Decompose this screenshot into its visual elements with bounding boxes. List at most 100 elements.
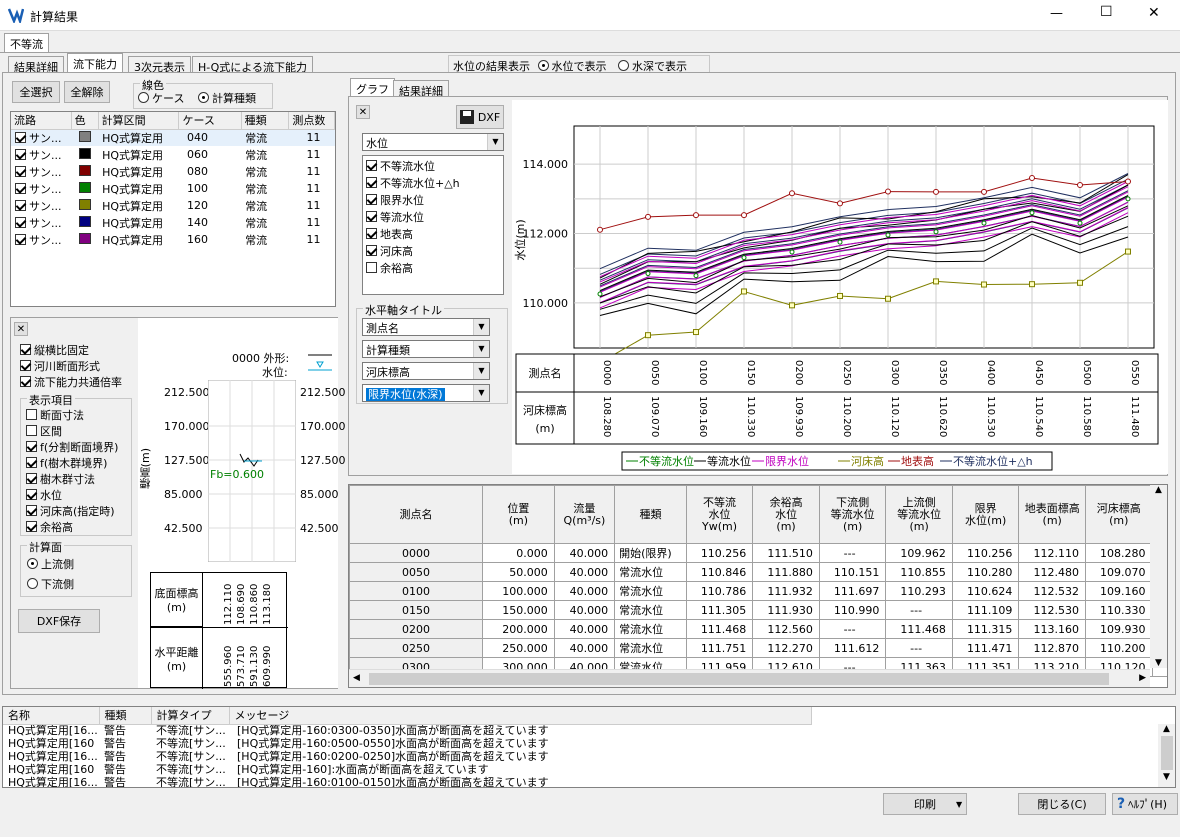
print-dropdown-icon[interactable]: ▼ [956, 800, 962, 809]
case-check[interactable] [15, 233, 26, 245]
close-dialog-button[interactable]: 閉じる(C) [1018, 793, 1106, 815]
table-col-header[interactable]: 余裕高 水位 (m) [752, 485, 820, 544]
display-item-check[interactable]: f(分割断面境界) [26, 439, 118, 455]
axis-title-select[interactable]: 限界水位(水深) ▼ [362, 384, 490, 402]
msg-col-header[interactable]: 計算タイプ [151, 707, 230, 725]
tab-non-uniform[interactable]: 不等流 [4, 33, 49, 53]
table-col-header[interactable]: 測点名 [349, 485, 484, 544]
river-shape-check[interactable]: 河川断面形式 [20, 358, 100, 374]
scroll-left-icon[interactable]: ◀ [353, 673, 360, 683]
case-route[interactable]: サン... [11, 146, 71, 163]
table-row[interactable]: 0050 50.000 40.000 常流水位 110.846 111.880 110.15… [349, 562, 1167, 582]
case-row[interactable]: サン... HQ式算定用 040 常流 11 [11, 129, 335, 146]
case-check[interactable] [15, 216, 26, 228]
series-check[interactable]: 等流水位 [366, 209, 500, 226]
dxf-button[interactable]: DXF [456, 105, 504, 129]
radio-downstream[interactable]: 下流側 [27, 576, 74, 592]
table-col-header[interactable]: 地表面標高 (m) [1018, 485, 1086, 544]
case-col-header[interactable]: 種類 [241, 112, 290, 130]
series-check[interactable]: 不等流水位+△h [366, 175, 500, 192]
case-row[interactable]: サン... HQ式算定用 120 常流 11 [11, 197, 335, 214]
tab-graph-detail[interactable]: 結果詳細 [393, 80, 449, 98]
case-check[interactable] [15, 182, 26, 194]
table-col-header[interactable]: 下流側 等流水位 (m) [818, 485, 887, 544]
tab-flow-capacity[interactable]: 流下能力 [67, 53, 123, 73]
case-check[interactable] [15, 131, 26, 143]
display-item-check[interactable]: f(樹木群境界) [26, 455, 118, 471]
table-row[interactable]: 0000 0.000 40.000 開始(限界) 110.256 111.510 --- 10… [349, 543, 1167, 563]
case-col-header[interactable]: 色 [71, 112, 99, 130]
table-col-header[interactable]: 河床標高 (m) [1084, 485, 1153, 544]
series-check[interactable]: 不等流水位 [366, 158, 500, 175]
clear-all-button[interactable]: 全解除 [64, 81, 110, 103]
message-row[interactable]: HQ式算定用[160 警告 不等流[サン... [HQ式算定用-160:0500-05… [3, 737, 811, 750]
case-col-header[interactable]: ケース [178, 112, 242, 130]
table-col-header[interactable]: 位置 (m) [482, 485, 555, 544]
axis-title-select[interactable]: 測点名 ▼ [362, 318, 490, 336]
display-item-check[interactable]: 水位 [26, 487, 118, 503]
dxf-save-button[interactable]: DXF保存 [18, 609, 100, 633]
table-col-header[interactable]: 限界 水位(m) [951, 485, 1020, 544]
msg-vscroll[interactable]: ▲ ▼ [1158, 724, 1175, 787]
msg-col-header[interactable]: メッセージ [229, 707, 812, 725]
tab-graph[interactable]: グラフ [350, 78, 395, 97]
case-col-header[interactable]: 測点数 [288, 112, 335, 130]
table-hscroll[interactable]: ◀ ▶ [349, 669, 1150, 687]
case-route[interactable]: サン... [11, 163, 71, 180]
print-button[interactable]: 印刷 [883, 793, 967, 815]
select-all-button[interactable]: 全選択 [12, 81, 60, 103]
case-col-header[interactable]: 流路 [11, 112, 72, 130]
scroll-right-icon[interactable]: ▶ [1139, 673, 1146, 683]
case-row[interactable]: サン... HQ式算定用 100 常流 11 [11, 180, 335, 197]
radio-upstream[interactable]: 上流側 [27, 556, 74, 572]
case-col-header[interactable]: 計算区間 [98, 112, 180, 130]
table-col-header[interactable]: 上流側 等流水位 (m) [885, 485, 953, 544]
message-row[interactable]: HQ式算定用[160 警告 不等流[サン... [HQ式算定用-160]:水面高が断面… [3, 763, 811, 776]
scroll-up-icon[interactable]: ▲ [1150, 485, 1167, 495]
section-close-button[interactable]: ✕ [14, 322, 28, 336]
radio-case[interactable]: ケース [138, 92, 184, 105]
series-check[interactable]: 河床高 [366, 243, 500, 260]
message-row[interactable]: HQ式算定用[16... 警告 不等流[サン... [HQ式算定用-160:0200-… [3, 750, 811, 763]
table-row[interactable]: 0100 100.000 40.000 常流水位 110.786 111.932 111.6… [349, 581, 1167, 601]
display-item-check[interactable]: 区間 [26, 423, 118, 439]
common-mult-check[interactable]: 流下能力共通倍率 [20, 374, 122, 390]
tab-result-detail[interactable]: 結果詳細 [8, 56, 64, 74]
help-button[interactable]: ? ﾍﾙﾌﾟ(H) [1112, 793, 1178, 815]
case-route[interactable]: サン... [11, 231, 71, 248]
table-col-header[interactable]: 種類 [614, 485, 687, 544]
case-check[interactable] [15, 148, 26, 160]
case-check[interactable] [15, 165, 26, 177]
series-check[interactable]: 限界水位 [366, 192, 500, 209]
scroll-down-icon[interactable]: ▼ [1150, 658, 1167, 668]
graph-close-button[interactable]: ✕ [356, 105, 370, 119]
hscroll-thumb[interactable] [369, 673, 1109, 685]
case-route[interactable]: サン... [11, 180, 71, 197]
tab-hq-capacity[interactable]: H-Q式による流下能力 [192, 56, 313, 74]
msg-col-header[interactable]: 種類 [99, 707, 152, 725]
table-row[interactable]: 0200 200.000 40.000 常流水位 111.468 112.560 --- 11… [349, 619, 1167, 639]
case-route[interactable]: サン... [11, 129, 71, 146]
minimize-button[interactable]: — [1050, 6, 1063, 21]
table-col-header[interactable]: 不等流 水位 Yw(m) [685, 485, 754, 544]
axis-title-select[interactable]: 河床標高 ▼ [362, 362, 490, 380]
case-route[interactable]: サン... [11, 214, 71, 231]
msg-col-header[interactable]: 名称 [3, 707, 100, 725]
tab-3d-view[interactable]: 3次元表示 [128, 56, 191, 74]
graph-type-select[interactable]: 水位 ▼ [362, 133, 504, 151]
display-item-check[interactable]: 樹木群寸法 [26, 471, 118, 487]
case-row[interactable]: サン... HQ式算定用 080 常流 11 [11, 163, 335, 180]
case-route[interactable]: サン... [11, 197, 71, 214]
display-item-check[interactable]: 断面寸法 [26, 407, 118, 423]
case-row[interactable]: サン... HQ式算定用 160 常流 11 [11, 231, 335, 248]
case-row[interactable]: サン... HQ式算定用 060 常流 11 [11, 146, 335, 163]
maximize-button[interactable]: ☐ [1100, 4, 1113, 20]
display-item-check[interactable]: 河床高(指定時) [26, 503, 118, 519]
case-row[interactable]: サン... HQ式算定用 140 常流 11 [11, 214, 335, 231]
table-col-header[interactable]: 流量 Q(m³/s) [553, 485, 616, 544]
table-row[interactable]: 0150 150.000 40.000 常流水位 111.305 111.930 110.9… [349, 600, 1167, 620]
radio-calc-type[interactable]: 計算種類 [197, 92, 256, 105]
close-button[interactable]: ✕ [1148, 5, 1160, 21]
axis-title-select[interactable]: 計算種類 ▼ [362, 340, 490, 358]
series-check[interactable]: 地表高 [366, 226, 500, 243]
